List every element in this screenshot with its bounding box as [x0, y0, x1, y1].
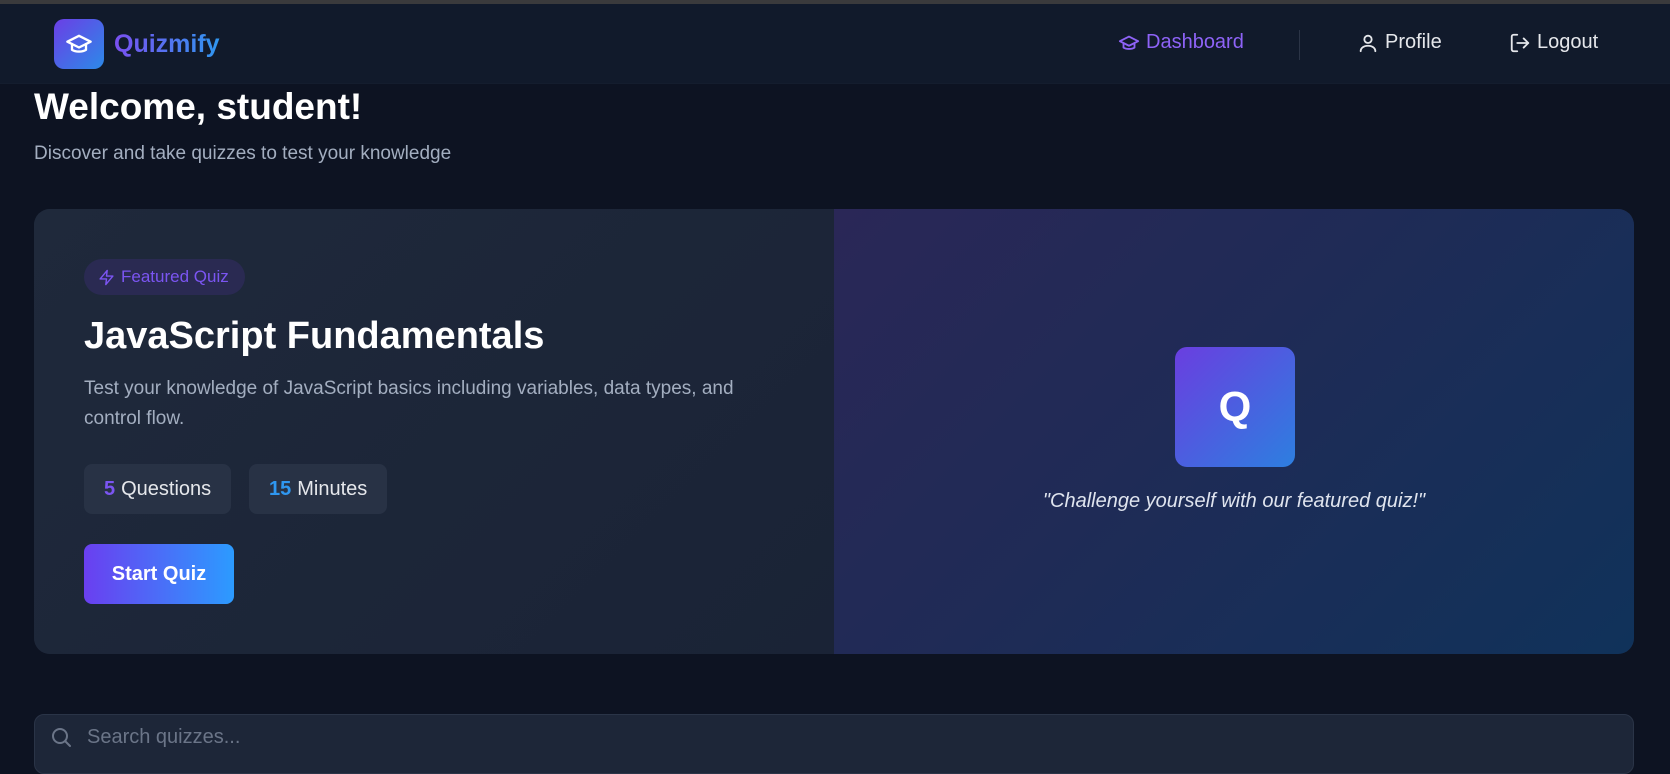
- nav-profile-label: Profile: [1385, 31, 1442, 53]
- page-subtitle: Discover and take quizzes to test your k…: [34, 143, 452, 164]
- nav-logout-label: Logout: [1537, 31, 1599, 53]
- nav-divider: [1299, 30, 1300, 60]
- logout-icon: [1510, 33, 1530, 52]
- questions-stat: 5 Questions: [84, 464, 232, 514]
- top-navbar: Quizmify Dashboard Profile Logout: [0, 4, 1670, 84]
- quiz-description: Test your knowledge of JavaScript basics…: [84, 378, 734, 429]
- nav-dashboard-label: Dashboard: [1146, 31, 1244, 53]
- user-icon: [1359, 34, 1377, 52]
- graduation-cap-icon: [1118, 35, 1140, 50]
- nav-profile-link[interactable]: Profile: [1357, 31, 1442, 54]
- featured-quiz-details: Featured Quiz JavaScript Fundamentals Te…: [34, 209, 834, 654]
- questions-label: Questions: [121, 477, 212, 500]
- minutes-label: Minutes: [297, 477, 368, 500]
- featured-quiz-visual: Q "Challenge yourself with our featured …: [834, 209, 1634, 654]
- nav-logout-link[interactable]: Logout: [1509, 31, 1598, 54]
- featured-badge-label: Featured Quiz: [121, 267, 229, 286]
- start-quiz-button[interactable]: Start Quiz: [84, 544, 234, 604]
- search-bar[interactable]: [34, 714, 1634, 774]
- lightning-icon: [99, 269, 114, 285]
- featured-quiz-card: Featured Quiz JavaScript Fundamentals Te…: [34, 209, 1634, 654]
- page-title: Welcome, student!: [34, 86, 363, 127]
- quiz-letter-tile: Q: [1175, 347, 1295, 467]
- nav-dashboard-link[interactable]: Dashboard: [1118, 31, 1244, 54]
- featured-quote: "Challenge yourself with our featured qu…: [1042, 490, 1426, 512]
- search-icon: [52, 728, 71, 747]
- graduation-cap-icon: [54, 19, 104, 69]
- search-input[interactable]: [85, 724, 1585, 750]
- featured-badge: Featured Quiz: [84, 259, 245, 295]
- minutes-stat: 15 Minutes: [249, 464, 388, 514]
- questions-count: 5: [104, 477, 116, 500]
- brand-name: Quizmify: [114, 29, 220, 58]
- minutes-count: 15: [269, 477, 292, 500]
- quiz-title: JavaScript Fundamentals: [84, 315, 545, 357]
- brand[interactable]: Quizmify: [54, 19, 220, 69]
